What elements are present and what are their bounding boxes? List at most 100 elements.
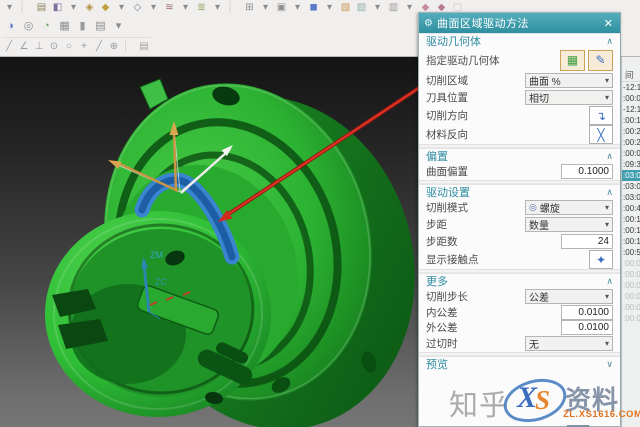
section-preview[interactable]: 预览 ∨ <box>419 356 620 371</box>
grid-points-icon[interactable]: ▦ <box>56 18 73 34</box>
navigator-time-cell[interactable]: :00:1 <box>622 236 640 247</box>
navigator-time-cell[interactable]: :00:5 <box>622 247 640 258</box>
toolbar-row-1: ▾▏▤◧▾◈◆▾◇▾≋▾≣▾▏⊞▾▣▾◼▾▧▨▾▥▾◆◆▢ <box>2 0 465 16</box>
dropdown-icon[interactable]: ▾ <box>322 1 337 15</box>
dropdown-icon[interactable]: ▾ <box>146 1 161 15</box>
cut-step-label: 切削步长 <box>426 289 468 304</box>
navigator-time-cell[interactable]: :03:0 <box>622 170 640 181</box>
snap-point-toolbar: ╱∠⊥⊙○+╱⊕▏▤ <box>2 37 151 55</box>
dialog-title-bar[interactable]: ⚙ 曲面区域驱动方法 ✕ <box>419 13 620 33</box>
cut-direction-label: 切削方向 <box>426 108 468 123</box>
navigator-time-cell[interactable]: :00:0 <box>622 280 640 291</box>
section-more[interactable]: 更多 ∧ <box>419 273 620 288</box>
material-reverse-label: 材料反向 <box>426 127 468 142</box>
separator[interactable]: ▏ <box>122 40 136 54</box>
dropdown-icon[interactable]: ▾ <box>258 1 273 15</box>
move-face-icon[interactable]: ◧ <box>50 1 65 15</box>
snap-node-icon[interactable]: ◎ <box>20 18 37 34</box>
layers-icon[interactable]: ▤ <box>34 1 49 15</box>
surface-offset-label: 曲面偏置 <box>426 164 468 179</box>
outtol-input[interactable]: 0.0100 <box>561 320 613 335</box>
navigator-time-cell[interactable]: :00:1 <box>622 115 640 126</box>
dropdown-icon[interactable]: ▾ <box>370 1 385 15</box>
navigator-rows: -12:1 :00:0 -12:1 :00:1 :00:2 :00:2 :00:… <box>622 82 640 324</box>
navigator-time-cell[interactable]: :00:4 <box>622 203 640 214</box>
dropdown-icon[interactable]: ▾ <box>210 1 225 15</box>
dropdown-icon[interactable]: ▾ <box>290 1 305 15</box>
patch-body-icon[interactable]: ◆ <box>98 1 113 15</box>
surface-offset-input[interactable]: 0.1000 <box>561 164 613 179</box>
annotation-icon[interactable]: ≣ <box>194 1 209 15</box>
section-drive-settings[interactable]: 驱动设置 ∧ <box>419 184 620 199</box>
intol-input[interactable]: 0.0100 <box>561 305 613 320</box>
dropdown-icon[interactable]: ▾ <box>2 1 17 15</box>
snap-midpoint-icon[interactable]: ∠ <box>17 40 31 54</box>
isometric-view-icon[interactable]: ◼ <box>306 1 321 15</box>
tool-position-dropdown[interactable]: 相切 ▾ <box>525 90 613 105</box>
navigator-time-cell[interactable]: :00:0 <box>622 148 640 159</box>
show-contact-points-button[interactable]: ✦ <box>589 250 613 269</box>
pane-icon[interactable]: ▥ <box>386 1 401 15</box>
window-icon[interactable]: ⊞ <box>242 1 257 15</box>
cut-step-dropdown[interactable]: 公差 ▾ <box>525 289 613 304</box>
edit-drive-geometry-button[interactable]: ✎ <box>588 50 613 71</box>
tool-position-label: 刀具位置 <box>426 90 468 105</box>
navigator-time-cell[interactable]: :00:0 <box>622 302 640 313</box>
navigator-time-cell[interactable]: :00:0 <box>622 291 640 302</box>
clipboard-icon[interactable]: ▤ <box>137 40 151 54</box>
snap-circle-icon[interactable]: ○ <box>62 40 76 54</box>
navigator-time-cell[interactable]: :09:3 <box>622 159 640 170</box>
dropdown-icon[interactable]: ▾ <box>110 18 127 34</box>
dropdown-icon[interactable]: ▾ <box>178 1 193 15</box>
dropdown-icon[interactable]: ▾ <box>402 1 417 15</box>
navigator-time-cell[interactable]: :00:2 <box>622 137 640 148</box>
navigator-time-cell[interactable]: -12:1 <box>622 104 640 115</box>
table-icon[interactable]: ▤ <box>92 18 109 34</box>
select-icon[interactable]: ◑ <box>2 18 19 34</box>
snap-endpoint-icon[interactable]: ╱ <box>2 40 16 54</box>
snap-quadrant-icon[interactable]: ⊕ <box>107 40 121 54</box>
snap-arc-center-icon[interactable]: ⊙ <box>47 40 61 54</box>
patch-opening-icon[interactable]: ◈ <box>82 1 97 15</box>
specify-drive-geometry-button[interactable]: ▦ <box>560 50 585 71</box>
separator[interactable]: ▏ <box>18 1 33 15</box>
navigator-time-cell[interactable]: -12:1 <box>622 82 640 93</box>
sew-icon[interactable]: ◇ <box>130 1 145 15</box>
intol-label: 内公差 <box>426 305 458 320</box>
navigator-time-cell[interactable]: :00:0 <box>622 269 640 280</box>
dropdown-icon[interactable]: ▾ <box>66 1 81 15</box>
cut-pattern-dropdown[interactable]: ◎ 螺旋 ▾ <box>525 200 613 215</box>
snap-intersection-icon[interactable]: + <box>77 40 91 54</box>
cut-direction-button[interactable]: ↴ <box>589 106 613 125</box>
navigator-time-cell[interactable]: :00:1 <box>622 225 640 236</box>
swirl-sheet-icon[interactable]: ◔ <box>38 18 55 34</box>
snap-pole-icon[interactable]: ⊥ <box>32 40 46 54</box>
close-icon[interactable]: ✕ <box>602 17 615 30</box>
navigator-time-cell[interactable]: :00:0 <box>622 313 640 324</box>
outtol-label: 外公差 <box>426 320 458 335</box>
operation-navigator-sliver: 间 -12:1 :00:0 -12:1 :00:1 :00:2 :00:2 :0… <box>621 57 640 427</box>
navigator-time-cell[interactable]: :00:0 <box>622 258 640 269</box>
step-count-input[interactable]: 24 <box>561 234 613 249</box>
navigator-time-cell[interactable]: :00:2 <box>622 126 640 137</box>
material-reverse-button[interactable]: ╳ <box>589 125 613 144</box>
chevron-up-icon: ∧ <box>606 187 613 198</box>
cut-area-dropdown[interactable]: 曲面 % ▾ <box>525 73 613 88</box>
shaded-view-icon[interactable]: ▧ <box>338 1 353 15</box>
section-drive-geometry[interactable]: 驱动几何体 ∧ <box>419 33 620 48</box>
wireframe-view-icon[interactable]: ▨ <box>354 1 369 15</box>
dropdown-icon[interactable]: ▾ <box>114 1 129 15</box>
navigator-time-cell[interactable]: :03:0 <box>622 181 640 192</box>
navigator-time-cell[interactable]: :00:0 <box>622 93 640 104</box>
navigator-time-cell[interactable]: :03:0 <box>622 192 640 203</box>
gouge-checking-dropdown[interactable]: 无 ▾ <box>525 336 613 351</box>
chevron-down-icon: ▾ <box>605 76 609 85</box>
stepover-dropdown[interactable]: 数量 ▾ <box>525 217 613 232</box>
bar-icon[interactable]: ▮ <box>74 18 91 34</box>
print-icon[interactable]: ▣ <box>274 1 289 15</box>
separator[interactable]: ▏ <box>226 1 241 15</box>
snap-point-on-curve-icon[interactable]: ╱ <box>92 40 106 54</box>
navigator-time-cell[interactable]: :00:1 <box>622 214 640 225</box>
hatch-icon[interactable]: ≋ <box>162 1 177 15</box>
section-offset[interactable]: 偏置 ∧ <box>419 148 620 163</box>
